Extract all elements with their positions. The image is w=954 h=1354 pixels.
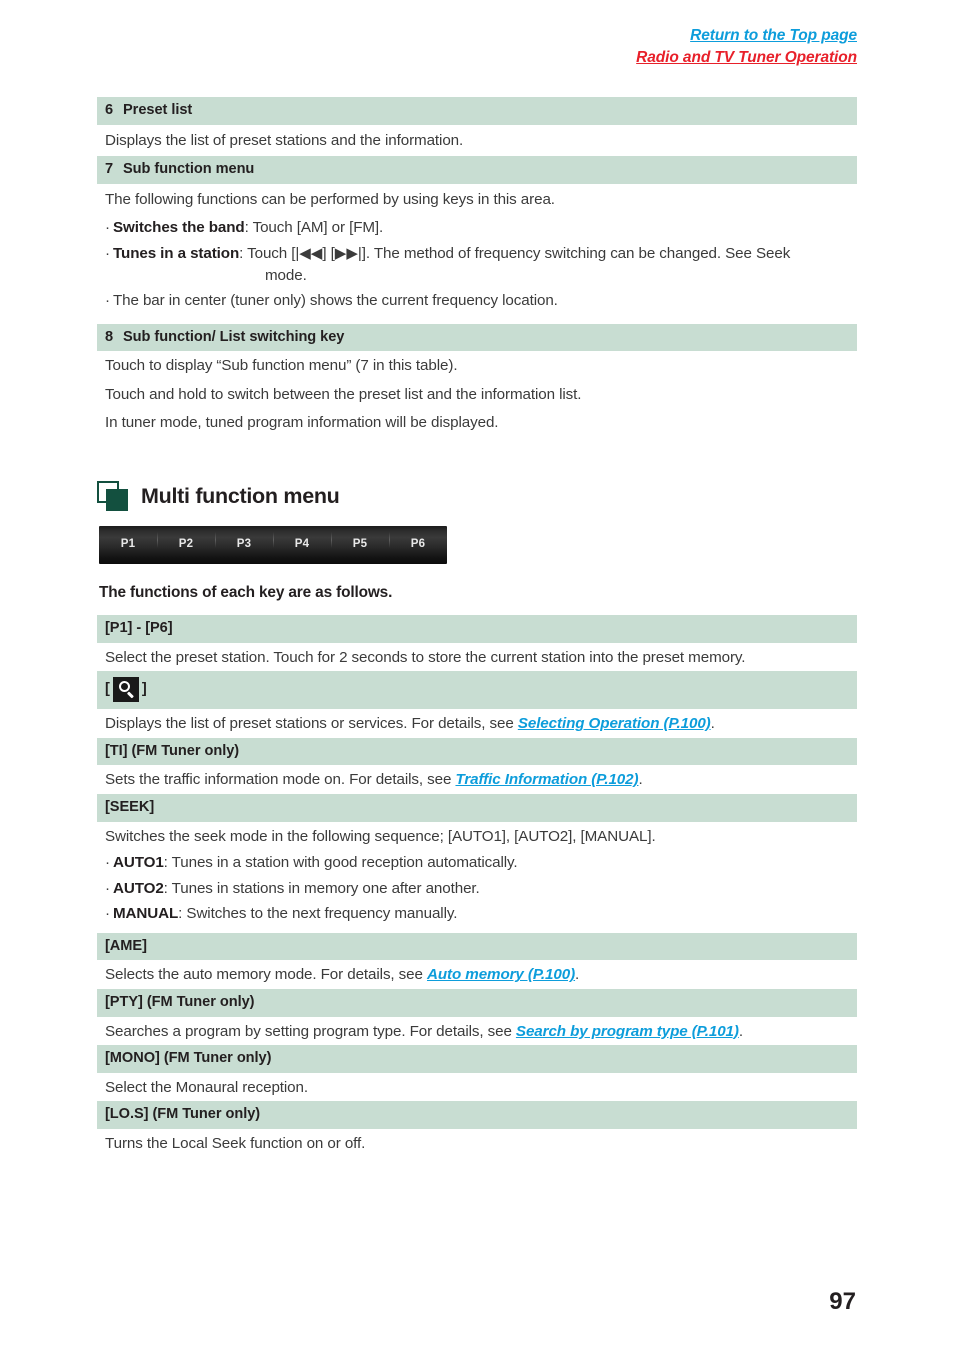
table-row-header-mono: [MONO] (FM Tuner only) [97, 1045, 857, 1073]
link-search-by-program-type[interactable]: Search by program type (P.101) [516, 1023, 739, 1040]
page-number: 97 [829, 1288, 856, 1315]
table-row-body-mono: Select the Monaural reception. [105, 1078, 308, 1096]
section-header-6: 6 Preset list [97, 97, 857, 125]
table-row-body-search: Displays the list of preset stations or … [97, 709, 857, 738]
preset-key-p4[interactable]: P4 [273, 532, 331, 551]
body-text-after: . [738, 1022, 743, 1040]
table-row-body-seek: Switches the seek mode in the following … [105, 827, 656, 845]
section-number-8: 8 [105, 328, 114, 345]
search-icon-handle [126, 691, 134, 699]
section-header-7: 7 Sub function menu [97, 156, 857, 184]
seek-bullet-manual: · MANUAL: Switches to the next frequency … [97, 901, 857, 927]
multi-function-menu-heading: Multi function menu [97, 480, 857, 512]
content-column: 6 Preset list Displays the list of preset… [97, 97, 857, 1158]
table-row-header-seek: [SEEK] [97, 793, 857, 822]
link-selecting-operation[interactable]: Selecting Operation (P.100) [518, 715, 711, 732]
section-7-intro: The following functions can be performed… [105, 190, 555, 208]
body-text: Selects the auto memory mode. For detail… [105, 966, 427, 984]
section-7-bullet-3: · The bar in center (tuner only) shows th… [97, 288, 857, 314]
return-to-top-link[interactable]: Return to the Top page [636, 26, 857, 46]
key-functions-subheading: The functions of each key are as follows… [99, 583, 393, 601]
search-key-label: [] [105, 677, 147, 703]
table-row-body-los: Turns the Local Seek function on or off. [105, 1134, 366, 1152]
body-text: Sets the traffic information mode on. Fo… [105, 771, 456, 789]
bullet-dot: · [105, 879, 110, 897]
link-auto-memory[interactable]: Auto memory (P.100) [427, 966, 575, 983]
table-row-header-ame: [AME] [97, 932, 857, 961]
section-7-bullet-2: · Tunes in a station: Touch [|◀◀] [▶▶|]. … [97, 241, 857, 288]
preset-key-bar: P1 P2 P3 P4 P5 P6 [99, 525, 447, 564]
bullet-text: : Switches to the next frequency manuall… [178, 905, 458, 923]
table-row-header-los: [LO.S] (FM Tuner only) [97, 1101, 857, 1129]
seek-bullet-auto2: · AUTO2: Tunes in stations in memory one … [97, 876, 857, 902]
bullet-continuation: mode. [265, 266, 307, 284]
table-row-body-p1-p6: Select the preset station. Touch for 2 s… [105, 648, 746, 666]
search-icon [112, 677, 139, 703]
table-row-header-p1-p6: [P1] - [P6] [97, 614, 857, 643]
table-row-header-pty: [PTY] (FM Tuner only) [97, 988, 857, 1017]
multi-function-menu-title: Multi function menu [141, 483, 340, 508]
section-title-8: Sub function/ List switching key [123, 328, 345, 345]
section-header-8: 8 Sub function/ List switching key [97, 323, 857, 352]
section-number-6: 6 [105, 102, 114, 118]
bullet-dot: · [105, 905, 110, 923]
body-text-after: . [710, 715, 715, 733]
preset-key-p3[interactable]: P3 [215, 532, 273, 551]
table-row-header-ti: [TI] (FM Tuner only) [97, 737, 857, 766]
bullet-dot: · [105, 219, 110, 237]
section-6-text: Displays the list of preset stations and… [105, 131, 464, 149]
bullet-text: : Touch [AM] or [FM]. [244, 219, 384, 237]
preset-key-p5[interactable]: P5 [331, 532, 389, 551]
bullet-text: : Tunes in a station with good reception… [163, 854, 518, 872]
table-row-body-ame: Selects the auto memory mode. For detail… [97, 960, 857, 989]
seek-bullet-auto1: · AUTO1: Tunes in a station with good rec… [97, 850, 857, 876]
section-7-bullet-1: · Switches the band: Touch [AM] or [FM]. [97, 215, 857, 241]
bullet-dot: · [105, 244, 110, 262]
bullet-dot: · [105, 292, 110, 310]
bullet-label: Tunes in a station [112, 244, 240, 262]
preset-key-p1[interactable]: P1 [99, 539, 157, 551]
preset-key-p2[interactable]: P2 [157, 532, 215, 551]
bullet-label: AUTO2 [112, 879, 164, 897]
body-text-after: . [638, 771, 643, 789]
section-8-line-1: Touch to display “Sub function menu” (7 … [105, 357, 458, 375]
table-row-header-search: [] [97, 671, 857, 710]
bullet-label: MANUAL [112, 905, 179, 923]
bullet-text: : Touch [|◀◀] [▶▶|]. The method of frequ… [239, 244, 791, 262]
section-link-radio-tv-tuner[interactable]: Radio and TV Tuner Operation [636, 48, 857, 68]
table-row-body-pty: Searches a program by setting program ty… [97, 1017, 857, 1046]
manual-page: Return to the Top page Radio and TV Tune… [0, 0, 954, 1354]
body-text-after: . [575, 966, 580, 984]
bullet-text: : Tunes in stations in memory one after … [163, 879, 480, 897]
bullet-dot: · [105, 854, 110, 872]
stacked-squares-icon [97, 480, 130, 512]
bullet-label: Switches the band [112, 219, 245, 237]
bullet-text: The bar in center (tuner only) shows the… [112, 292, 558, 310]
section-8-line-2: Touch and hold to switch between the pre… [105, 385, 582, 403]
table-row-body-ti: Sets the traffic information mode on. Fo… [97, 765, 857, 794]
body-text: Searches a program by setting program ty… [105, 1022, 516, 1040]
body-text: Displays the list of preset stations or … [105, 715, 518, 733]
section-8-line-3: In tuner mode, tuned program information… [105, 414, 499, 432]
section-number-7: 7 [105, 161, 114, 178]
bracket-close: ] [141, 681, 147, 698]
top-navigation: Return to the Top page Radio and TV Tune… [636, 26, 857, 68]
key-function-table: [P1] - [P6] Select the preset station. T… [97, 614, 857, 1158]
section-title-7: Sub function menu [123, 161, 255, 178]
link-traffic-information[interactable]: Traffic Information (P.102) [455, 771, 638, 788]
bracket-open: [ [105, 681, 110, 698]
bullet-label: AUTO1 [112, 854, 164, 872]
square-filled-shape [106, 488, 128, 511]
preset-key-p6[interactable]: P6 [389, 532, 447, 551]
section-title-6: Preset list [123, 102, 193, 118]
